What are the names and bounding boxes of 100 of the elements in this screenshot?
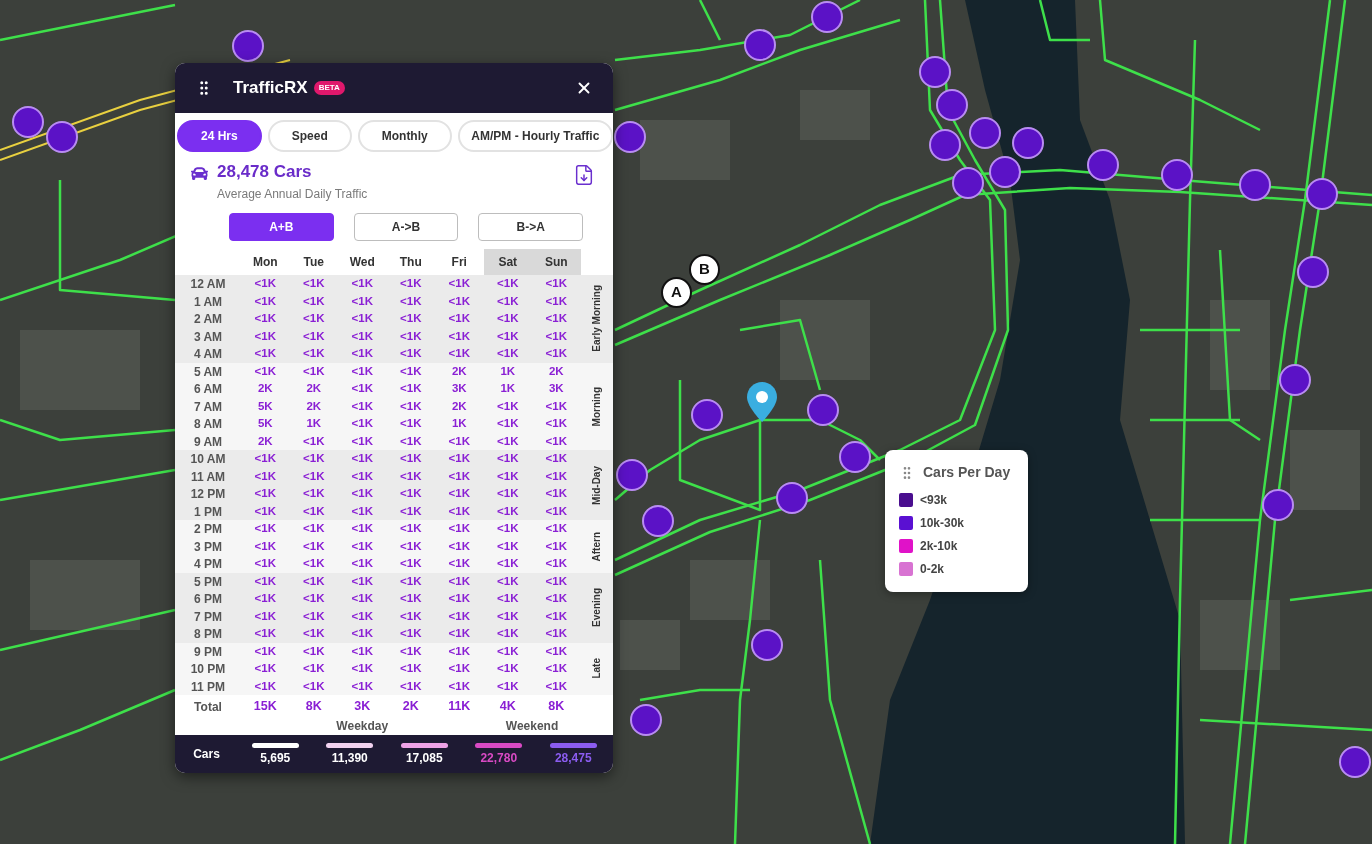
file-download-icon xyxy=(573,163,595,187)
traffic-count: <1K xyxy=(253,538,277,554)
traffic-count: <1K xyxy=(399,311,423,327)
traffic-count: <1K xyxy=(302,451,326,467)
hour-label: 6 AM xyxy=(192,381,224,398)
traffic-count: <1K xyxy=(399,433,423,449)
view-tab[interactable]: Monthly xyxy=(357,120,452,152)
traffic-count: <1K xyxy=(302,591,326,607)
traffic-count: <1K xyxy=(350,381,374,397)
traffic-count: <1K xyxy=(399,643,423,659)
hour-label: 5 AM xyxy=(192,363,224,381)
traffic-count: <1K xyxy=(399,608,423,624)
traffic-count: <1K xyxy=(399,381,423,397)
traffic-count: <1K xyxy=(302,503,326,519)
view-tab[interactable]: 24 Hrs xyxy=(177,120,262,152)
traffic-count: <1K xyxy=(350,608,374,624)
total-count: 3K xyxy=(353,698,372,716)
day-group-label: Weekday xyxy=(336,718,389,735)
traffic-count: <1K xyxy=(496,608,520,624)
traffic-count: <1K xyxy=(447,591,471,607)
traffic-count: <1K xyxy=(447,276,471,292)
traffic-count: <1K xyxy=(302,346,326,362)
period-label: Evening xyxy=(590,588,603,627)
total-count: 15K xyxy=(252,698,278,716)
traffic-count: <1K xyxy=(399,678,423,694)
traffic-count: <1K xyxy=(302,311,326,327)
traffic-count: <1K xyxy=(350,468,374,484)
traffic-count: <1K xyxy=(302,626,326,642)
traffic-count: 2K xyxy=(547,363,565,379)
hour-label: 3 AM xyxy=(192,328,224,346)
traffic-count: <1K xyxy=(544,626,568,642)
download-button[interactable] xyxy=(573,163,595,187)
day-label: Thu xyxy=(398,254,423,271)
scale-value: 11,390 xyxy=(331,751,368,765)
hour-label: 12 PM xyxy=(189,486,227,503)
traffic-count: <1K xyxy=(496,643,520,659)
traffic-count: <1K xyxy=(399,363,423,379)
traffic-count: <1K xyxy=(350,416,374,432)
hour-label: 6 PM xyxy=(193,591,223,608)
traffic-count: <1K xyxy=(496,626,520,642)
traffic-count: <1K xyxy=(544,293,568,309)
legend-label: 10k-30k xyxy=(920,515,965,532)
day-label: Fri xyxy=(450,254,468,271)
traffic-count: 5K xyxy=(256,398,274,414)
traffic-count: <1K xyxy=(447,433,471,449)
traffic-count: <1K xyxy=(399,503,423,519)
traffic-count: <1K xyxy=(447,538,471,554)
traffic-count: <1K xyxy=(496,503,520,519)
traffic-count: <1K xyxy=(399,661,423,677)
traffic-count: 2K xyxy=(450,398,468,414)
traffic-count: <1K xyxy=(496,276,520,292)
traffic-count: 1K xyxy=(499,363,517,379)
daily-traffic-total: 28,478 Cars xyxy=(217,161,313,183)
traffic-count: <1K xyxy=(544,661,568,677)
traffic-count: <1K xyxy=(253,643,277,659)
traffic-count: <1K xyxy=(544,311,568,327)
hour-label: 10 AM xyxy=(189,451,227,468)
traffic-count: <1K xyxy=(496,538,520,554)
traffic-count: <1K xyxy=(544,486,568,502)
scale-value: 28,475 xyxy=(554,751,592,765)
panel-title: TrafficRX xyxy=(233,77,308,100)
traffic-count: <1K xyxy=(350,433,374,449)
traffic-count: <1K xyxy=(302,678,326,694)
location-pin-icon[interactable] xyxy=(747,382,777,422)
traffic-count: <1K xyxy=(447,643,471,659)
traffic-count: <1K xyxy=(253,276,277,292)
direction-toggle[interactable]: A+B xyxy=(229,213,334,241)
legend-label: 2k-10k xyxy=(920,538,958,555)
traffic-count: <1K xyxy=(447,521,471,537)
traffic-count: 2K xyxy=(305,398,323,414)
traffic-count: <1K xyxy=(302,468,326,484)
traffic-count: <1K xyxy=(447,556,471,572)
traffic-count: <1K xyxy=(302,608,326,624)
traffic-count: 2K xyxy=(256,433,274,449)
traffic-count: <1K xyxy=(350,573,374,589)
traffic-count: <1K xyxy=(447,486,471,502)
traffic-count: <1K xyxy=(350,451,374,467)
traffic-count: <1K xyxy=(447,626,471,642)
period-label: Late xyxy=(590,658,603,680)
traffic-count: <1K xyxy=(544,608,568,624)
traffic-count: <1K xyxy=(350,276,374,292)
direction-toggle[interactable]: B->A xyxy=(478,213,583,241)
traffic-count: <1K xyxy=(447,661,471,677)
view-tab[interactable]: AM/PM - Hourly Traffic xyxy=(457,120,613,152)
view-tab[interactable]: Speed xyxy=(267,120,352,152)
traffic-count: <1K xyxy=(302,521,326,537)
traffic-count: <1K xyxy=(399,591,423,607)
day-label: Wed xyxy=(348,254,376,271)
traffic-count: <1K xyxy=(253,451,277,467)
traffic-count: <1K xyxy=(496,293,520,309)
traffic-count: <1K xyxy=(496,678,520,694)
traffic-count: <1K xyxy=(253,521,277,537)
traffic-count: <1K xyxy=(253,678,277,694)
legend-label: <93k xyxy=(920,492,948,509)
traffic-count: <1K xyxy=(253,626,277,642)
traffic-count: <1K xyxy=(447,573,471,589)
traffic-count: <1K xyxy=(302,363,326,379)
direction-toggle[interactable]: A->B xyxy=(353,213,459,241)
traffic-count: <1K xyxy=(253,503,277,519)
hour-label: 11 PM xyxy=(190,678,226,696)
